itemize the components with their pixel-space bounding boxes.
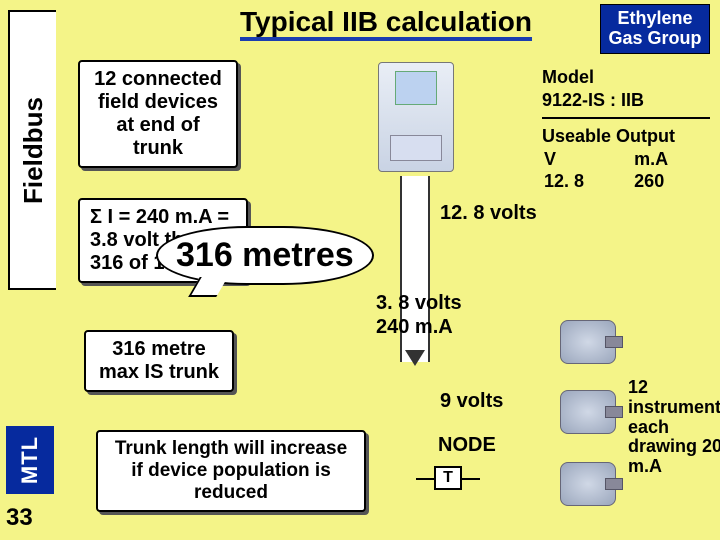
terminator-box: T [434,466,462,490]
node-label: NODE [438,434,496,456]
mid-voltage-label: 3. 8 volts [376,292,462,314]
power-supply-icon [378,62,454,172]
gas-group-line2: Gas Group [607,29,703,49]
model-name: 9122-IS : IIB [542,89,710,112]
slide: Fieldbus Typical IIB calculation Ethylen… [0,0,720,540]
gas-group-badge: Ethylene Gas Group [600,4,710,54]
mtl-logo-text: MTL [17,436,43,484]
model-heading: Model [542,66,710,89]
model-val-v: 12. 8 [542,170,632,193]
instrument-icon [560,320,616,364]
callout-bubble: 316 metres [156,226,374,285]
top-voltage-label: 12. 8 volts [440,202,537,224]
slide-title: Typical IIB calculation [240,6,532,38]
model-col-v: V [542,148,632,171]
instrument-icon [560,390,616,434]
gas-group-line1: Ethylene [607,9,703,29]
model-col-ma: m.A [632,148,710,171]
model-useable: Useable Output [542,125,710,148]
instruments-text: 12 instruments each drawing 20 m.A [628,378,720,477]
page-number: 33 [6,504,33,532]
devices-box: 12 connected field devices at end of tru… [78,60,238,168]
model-val-ma: 260 [632,170,710,193]
instrument-icon [560,462,616,506]
mtl-logo: MTL [6,426,54,494]
max-trunk-box: 316 metre max IS trunk [84,330,234,392]
mid-current-label: 240 m.A [376,316,453,338]
model-info: Model 9122-IS : IIB Useable Output V m.A… [542,66,710,193]
sidebar-tab: Fieldbus [8,10,56,290]
sidebar-tab-label: Fieldbus [18,97,49,204]
end-voltage-label: 9 volts [440,390,503,412]
note-box: Trunk length will increase if device pop… [96,430,366,512]
